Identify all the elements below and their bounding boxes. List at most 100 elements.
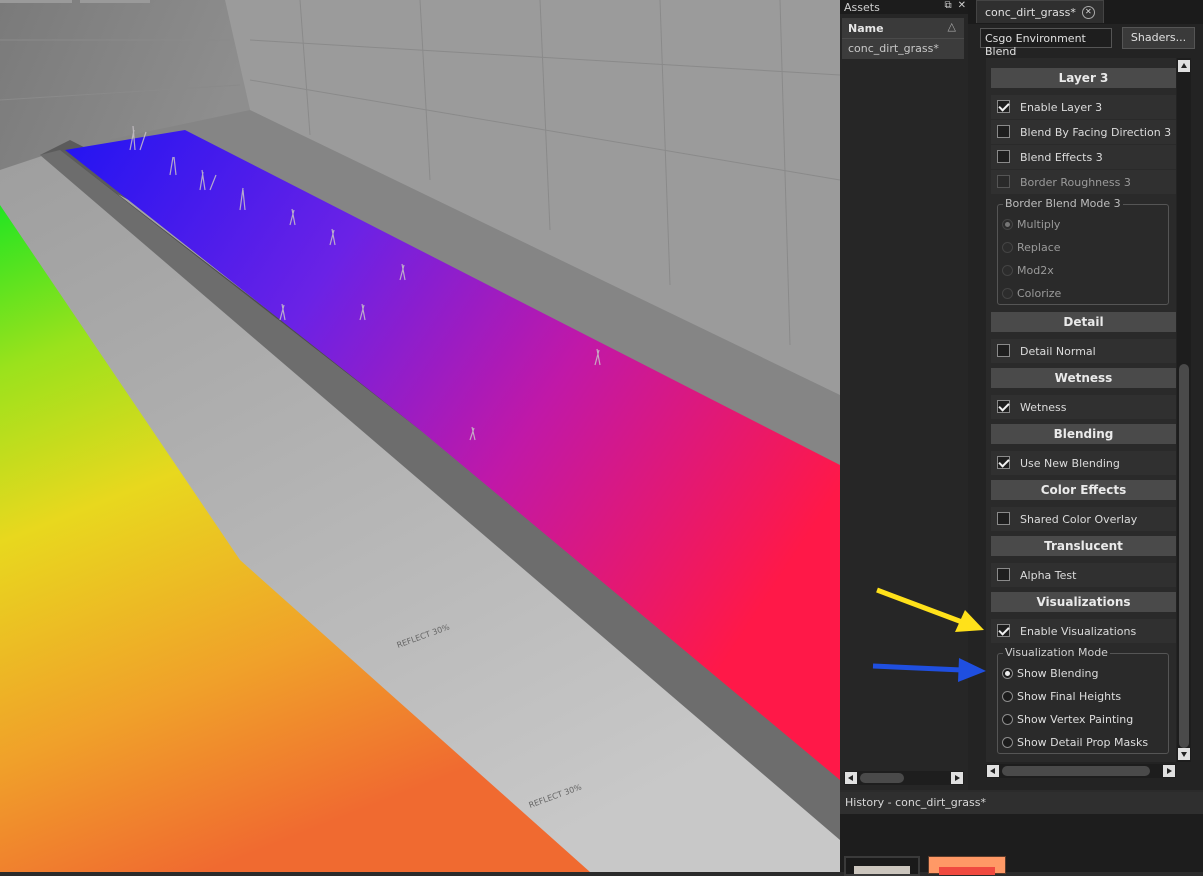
scroll-thumb[interactable]	[1179, 364, 1189, 748]
top-stub	[80, 0, 150, 3]
radio-selected[interactable]	[1002, 668, 1013, 679]
option-border-roughness: Border Roughness 3	[991, 170, 1176, 194]
radio-label: Replace	[1017, 241, 1061, 254]
option-label: Detail Normal	[1020, 345, 1096, 358]
group-title: Border Blend Mode 3	[1003, 197, 1123, 210]
checkbox-checked[interactable]	[997, 624, 1010, 637]
history-title: History - conc_dirt_grass*	[840, 792, 1203, 814]
assets-panel: Assets ⧉ ✕ Name △ conc_dirt_grass*	[840, 0, 968, 790]
scroll-thumb[interactable]	[860, 773, 904, 783]
checkbox-checked[interactable]	[997, 400, 1010, 413]
material-properties-scroll[interactable]: Layer 3 Enable Layer 3 Blend By Facing D…	[986, 58, 1176, 762]
radio-label: Multiply	[1017, 218, 1061, 231]
close-icon[interactable]: ✕	[958, 0, 966, 11]
border-blend-mode-group: Border Blend Mode 3 Multiply Replace Mod…	[997, 197, 1172, 305]
editor-tab-bar: conc_dirt_grass* ✕	[968, 0, 1203, 24]
radio-multiply: Multiply	[1002, 216, 1172, 236]
option-wetness[interactable]: Wetness	[991, 395, 1176, 419]
option-label: Enable Layer 3	[1020, 101, 1103, 114]
radio-button[interactable]	[1002, 691, 1013, 702]
viewport-scene: REFLECT 30% REFLECT 30%	[0, 0, 840, 872]
list-item[interactable]: conc_dirt_grass*	[842, 39, 964, 59]
radio-label: Mod2x	[1017, 264, 1054, 277]
section-blending[interactable]: Blending	[991, 424, 1176, 444]
checkbox[interactable]	[997, 512, 1010, 525]
properties-vertical-scrollbar[interactable]	[1177, 58, 1191, 762]
option-detail-normal[interactable]: Detail Normal	[991, 339, 1176, 363]
checkbox[interactable]	[997, 125, 1010, 138]
scroll-thumb[interactable]	[1002, 766, 1150, 776]
scroll-left-icon[interactable]	[845, 772, 857, 784]
radio-show-blending[interactable]: Show Blending	[1002, 665, 1172, 685]
checkbox[interactable]	[997, 344, 1010, 357]
group-title: Visualization Mode	[1003, 646, 1110, 659]
column-name[interactable]: Name	[848, 22, 884, 35]
assets-horizontal-scrollbar[interactable]	[844, 771, 964, 785]
checkbox-checked[interactable]	[997, 456, 1010, 469]
section-visualizations[interactable]: Visualizations	[991, 592, 1176, 612]
radio-button[interactable]	[1002, 737, 1013, 748]
option-label: Use New Blending	[1020, 457, 1120, 470]
radio-label: Show Detail Prop Masks	[1017, 736, 1149, 749]
float-icon[interactable]: ⧉	[944, 0, 951, 11]
option-label: Blend By Facing Direction 3	[1020, 126, 1172, 139]
section-layer3[interactable]: Layer 3	[991, 68, 1176, 88]
checkbox-checked[interactable]	[997, 100, 1010, 113]
option-use-new-blending[interactable]: Use New Blending	[991, 451, 1176, 475]
option-blend-effects[interactable]: Blend Effects 3	[991, 145, 1176, 169]
option-label: Border Roughness 3	[1020, 176, 1131, 189]
option-enable-visualizations[interactable]: Enable Visualizations	[991, 619, 1176, 643]
history-thumbnail[interactable]	[928, 856, 1006, 875]
history-thumbnail[interactable]	[844, 856, 920, 876]
3d-viewport[interactable]: REFLECT 30% REFLECT 30%	[0, 0, 840, 872]
radio-label: Show Blending	[1017, 667, 1099, 680]
radio-label: Show Vertex Painting	[1017, 713, 1134, 726]
properties-horizontal-scrollbar[interactable]	[986, 764, 1176, 778]
shaders-button[interactable]: Shaders...	[1122, 27, 1195, 49]
scroll-right-icon[interactable]	[951, 772, 963, 784]
assets-column-header[interactable]: Name △	[842, 18, 964, 39]
radio-colorize: Colorize	[1002, 285, 1172, 305]
radio-mod2x: Mod2x	[1002, 262, 1172, 282]
scroll-up-icon[interactable]	[1178, 60, 1190, 72]
radio-selected	[1002, 219, 1013, 230]
checkbox[interactable]	[997, 150, 1010, 163]
shader-name-field[interactable]: Csgo Environment Blend	[980, 28, 1112, 58]
option-enable-layer3[interactable]: Enable Layer 3	[991, 95, 1176, 119]
asset-item-label: conc_dirt_grass*	[848, 42, 939, 55]
close-icon[interactable]: ✕	[1081, 5, 1095, 19]
option-shared-color-overlay[interactable]: Shared Color Overlay	[991, 507, 1176, 531]
sort-triangle-icon: △	[947, 20, 956, 33]
scroll-left-icon[interactable]	[987, 765, 999, 777]
radio-button[interactable]	[1002, 714, 1013, 725]
radio-button	[1002, 288, 1013, 299]
option-blend-facing[interactable]: Blend By Facing Direction 3	[991, 120, 1176, 144]
option-alpha-test[interactable]: Alpha Test	[991, 563, 1176, 587]
assets-title: Assets	[844, 0, 880, 14]
radio-button	[1002, 242, 1013, 253]
checkbox[interactable]	[997, 568, 1010, 581]
top-stub	[0, 0, 72, 3]
section-wetness[interactable]: Wetness	[991, 368, 1176, 388]
option-label: Enable Visualizations	[1020, 625, 1137, 638]
section-color-effects[interactable]: Color Effects	[991, 480, 1176, 500]
history-panel: History - conc_dirt_grass*	[840, 792, 1203, 876]
radio-label: Colorize	[1017, 287, 1062, 300]
section-translucent[interactable]: Translucent	[991, 536, 1176, 556]
radio-button	[1002, 265, 1013, 276]
tab-conc-dirt-grass[interactable]: conc_dirt_grass* ✕	[976, 0, 1104, 23]
checkbox-disabled	[997, 175, 1010, 188]
radio-label: Show Final Heights	[1017, 690, 1122, 703]
material-editor-panel: conc_dirt_grass* ✕ Csgo Environment Blen…	[968, 0, 1203, 790]
radio-show-final-heights[interactable]: Show Final Heights	[1002, 688, 1172, 708]
radio-show-detail-prop-masks[interactable]: Show Detail Prop Masks	[1002, 734, 1172, 754]
radio-replace: Replace	[1002, 239, 1172, 259]
option-label: Blend Effects 3	[1020, 151, 1103, 164]
option-label: Wetness	[1020, 401, 1067, 414]
section-detail[interactable]: Detail	[991, 312, 1176, 332]
radio-show-vertex-painting[interactable]: Show Vertex Painting	[1002, 711, 1172, 731]
visualization-mode-group: Visualization Mode Show Blending Show Fi…	[997, 646, 1172, 754]
scroll-right-icon[interactable]	[1163, 765, 1175, 777]
assets-header: Assets ⧉ ✕	[840, 0, 968, 14]
scroll-down-icon[interactable]	[1178, 748, 1190, 760]
